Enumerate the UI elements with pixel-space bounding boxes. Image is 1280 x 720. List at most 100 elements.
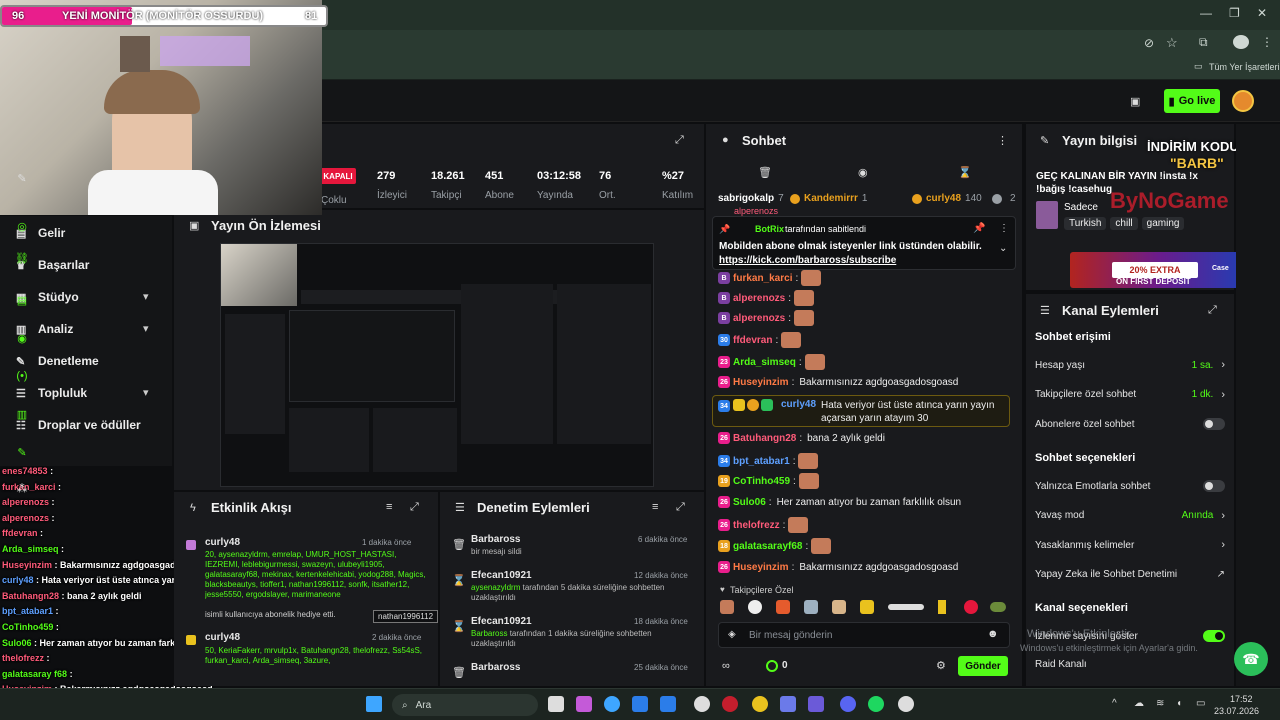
windows-start-icon[interactable] — [366, 696, 382, 712]
trash-icon[interactable]: 🗑 — [758, 166, 772, 179]
document-icon[interactable]: ▤ — [12, 290, 32, 310]
expand-icon[interactable]: ⤢ — [676, 501, 685, 514]
chat-message[interactable]: Balperenozs: — [718, 310, 815, 326]
more-icon[interactable]: ⋮ — [997, 134, 1008, 147]
clock-date[interactable]: 23.07.2026 — [1214, 706, 1259, 716]
emoji-icon[interactable]: ☻ — [987, 628, 999, 640]
tag[interactable]: chill — [1110, 217, 1138, 230]
battery-icon[interactable]: ▭ — [1196, 698, 1205, 709]
mod-user[interactable]: Barbaross — [471, 534, 520, 545]
toggle-switch[interactable] — [1203, 630, 1225, 642]
mod-user[interactable]: Efecan10921 — [471, 570, 532, 581]
toggle-switch[interactable] — [1203, 480, 1225, 492]
star-icon[interactable]: ☆ — [1166, 35, 1178, 51]
chat-bubble-icon[interactable]: ◉ — [12, 328, 32, 348]
xbox-icon[interactable] — [694, 696, 710, 712]
extensions-icon[interactable]: ⧉ — [1199, 35, 1208, 50]
chat-input[interactable]: Bir mesaj gönderin — [718, 622, 1010, 648]
eye-off-icon[interactable]: ⊘ — [1144, 36, 1154, 50]
action-row[interactable]: Yalnızca Emotlarla sohbet — [1035, 480, 1225, 492]
wrench-icon[interactable]: ✎ — [12, 442, 32, 462]
chat-username[interactable]: Huseyinzim — [733, 377, 789, 388]
avatar[interactable] — [1232, 90, 1254, 112]
leader-item[interactable]: curly48 140 — [912, 193, 982, 204]
broadcast-icon[interactable]: (•) — [12, 366, 32, 386]
emote-bar[interactable] — [718, 598, 1010, 618]
expand-icon[interactable]: ⤢ — [1208, 304, 1217, 317]
action-row[interactable]: Abonelere özel sohbet — [1035, 418, 1225, 430]
app-icon[interactable] — [722, 696, 738, 712]
clock-time[interactable]: 17:52 — [1230, 694, 1253, 704]
go-live-button[interactable]: ▮ Go live — [1164, 89, 1220, 113]
action-row[interactable]: Yasaklanmış kelimeler › — [1035, 539, 1225, 551]
chevron-down-icon[interactable]: ▾ — [143, 386, 149, 399]
chat-message[interactable]: 26 Batuhangn28: bana 2 aylık geldi — [718, 432, 885, 444]
chat-bubble-icon[interactable]: ◉ — [858, 166, 868, 179]
sidebar-item-community[interactable]: ☰ Topluluk — [16, 386, 87, 400]
chrome-icon[interactable] — [752, 696, 768, 712]
outlook-icon[interactable] — [632, 696, 648, 712]
chat-message[interactable]: 26 Huseyinzim: Bakarmısınızz agdgoasgadosg… — [718, 561, 958, 573]
chat-username[interactable]: ffdevran — [733, 335, 772, 346]
chat-username[interactable]: alperenozs — [733, 313, 785, 324]
profile-icon[interactable] — [1233, 35, 1249, 49]
pinned-message[interactable]: 📌 BotRix tarafından sabitlendi Mobilden … — [712, 216, 1016, 270]
chat-message[interactable]: 34 bpt_atabar1: — [718, 453, 819, 469]
support-icon[interactable]: ☎ — [1234, 642, 1268, 676]
store-icon[interactable] — [660, 696, 676, 712]
chat-username[interactable]: galatasarayf68 — [733, 541, 803, 552]
action-row[interactable]: Yavaş mod Anında › — [1035, 510, 1225, 522]
toggle-switch[interactable] — [1203, 418, 1225, 430]
more-icon[interactable]: ⋮ — [999, 223, 1009, 234]
task-view-icon[interactable] — [548, 696, 564, 712]
maximize-icon[interactable]: ❐ — [1229, 6, 1240, 20]
chevron-down-icon[interactable]: ⌄ — [999, 243, 1007, 254]
filter-icon[interactable]: ≡ — [386, 501, 392, 513]
hourglass-icon[interactable]: ⌛ — [958, 166, 972, 179]
camera-icon[interactable]: ▣ — [1130, 95, 1140, 108]
volume-icon[interactable]: ◖ — [1176, 698, 1182, 709]
apps-icon[interactable]: ⁂ — [12, 478, 32, 498]
mod-user[interactable]: Efecan10921 — [471, 616, 532, 627]
app-icon[interactable] — [576, 696, 592, 712]
chat-username[interactable]: thelofrezz — [733, 520, 780, 531]
category-name[interactable]: Sadece — [1064, 202, 1098, 213]
edit-icon[interactable]: ✎ — [12, 168, 32, 188]
chevron-down-icon[interactable]: ▾ — [143, 322, 149, 335]
cloud-icon[interactable]: ☁ — [1134, 698, 1144, 709]
menu-icon[interactable]: ⋮ — [1261, 35, 1273, 49]
bookmarks-label[interactable]: Tüm Yer İşaretleri — [1209, 62, 1280, 72]
link-icon[interactable]: ⛓ — [12, 248, 32, 268]
expand-icon[interactable]: ⤢ — [675, 134, 684, 147]
discord-icon[interactable] — [840, 696, 856, 712]
chat-message[interactable]: 30 ffdevran: — [718, 332, 802, 348]
app-icon[interactable] — [808, 696, 824, 712]
infinity-icon[interactable]: ∞ — [722, 660, 730, 672]
chevron-down-icon[interactable]: ▾ — [143, 290, 149, 303]
leader-item[interactable]: Kandemirrr 1 — [790, 193, 867, 204]
feed-user[interactable]: curly48 — [205, 632, 240, 643]
chat-username[interactable]: Arda_simseq — [733, 357, 796, 368]
teams-icon[interactable] — [780, 696, 796, 712]
action-row[interactable]: Yapay Zeka ile Sohbet Denetimi ↗ — [1035, 569, 1225, 580]
chat-username[interactable]: CoTinho459 — [733, 476, 790, 487]
feed-user[interactable]: curly48 — [205, 537, 240, 548]
chevron-up-icon[interactable]: ^ — [1112, 698, 1117, 709]
leader-item[interactable]: sabrigokalp 7 — [718, 193, 784, 204]
chat-username[interactable]: Huseyinzim — [733, 562, 789, 573]
action-row[interactable]: Hesap yaşı 1 sa. › — [1035, 359, 1225, 371]
camera-icon[interactable]: ◎ — [12, 216, 32, 236]
chat-message[interactable]: 26 Sulo06: Her zaman atıyor bu zaman farkl… — [718, 496, 961, 508]
highlighted-message[interactable]: 34 curly48 Hata veriyor üst üste atınca … — [712, 395, 1010, 427]
send-button[interactable]: Gönder — [958, 656, 1008, 676]
mod-user[interactable]: Barbaross — [471, 662, 520, 673]
expand-icon[interactable]: ⤢ — [410, 501, 419, 514]
action-row[interactable]: Raid Kanalı — [1035, 659, 1225, 670]
action-row[interactable]: Takipçilere özel sohbet 1 dk. › — [1035, 389, 1225, 401]
stream-preview-video[interactable] — [220, 243, 654, 487]
leader-item[interactable]: 2 — [992, 193, 1016, 204]
chat-username[interactable]: Batuhangn28 — [733, 433, 796, 444]
taskbar-search[interactable]: ⌕ Ara — [392, 694, 538, 716]
chat-username[interactable]: Sulo06 — [733, 497, 766, 508]
layers-icon[interactable]: ▥ — [12, 404, 32, 424]
